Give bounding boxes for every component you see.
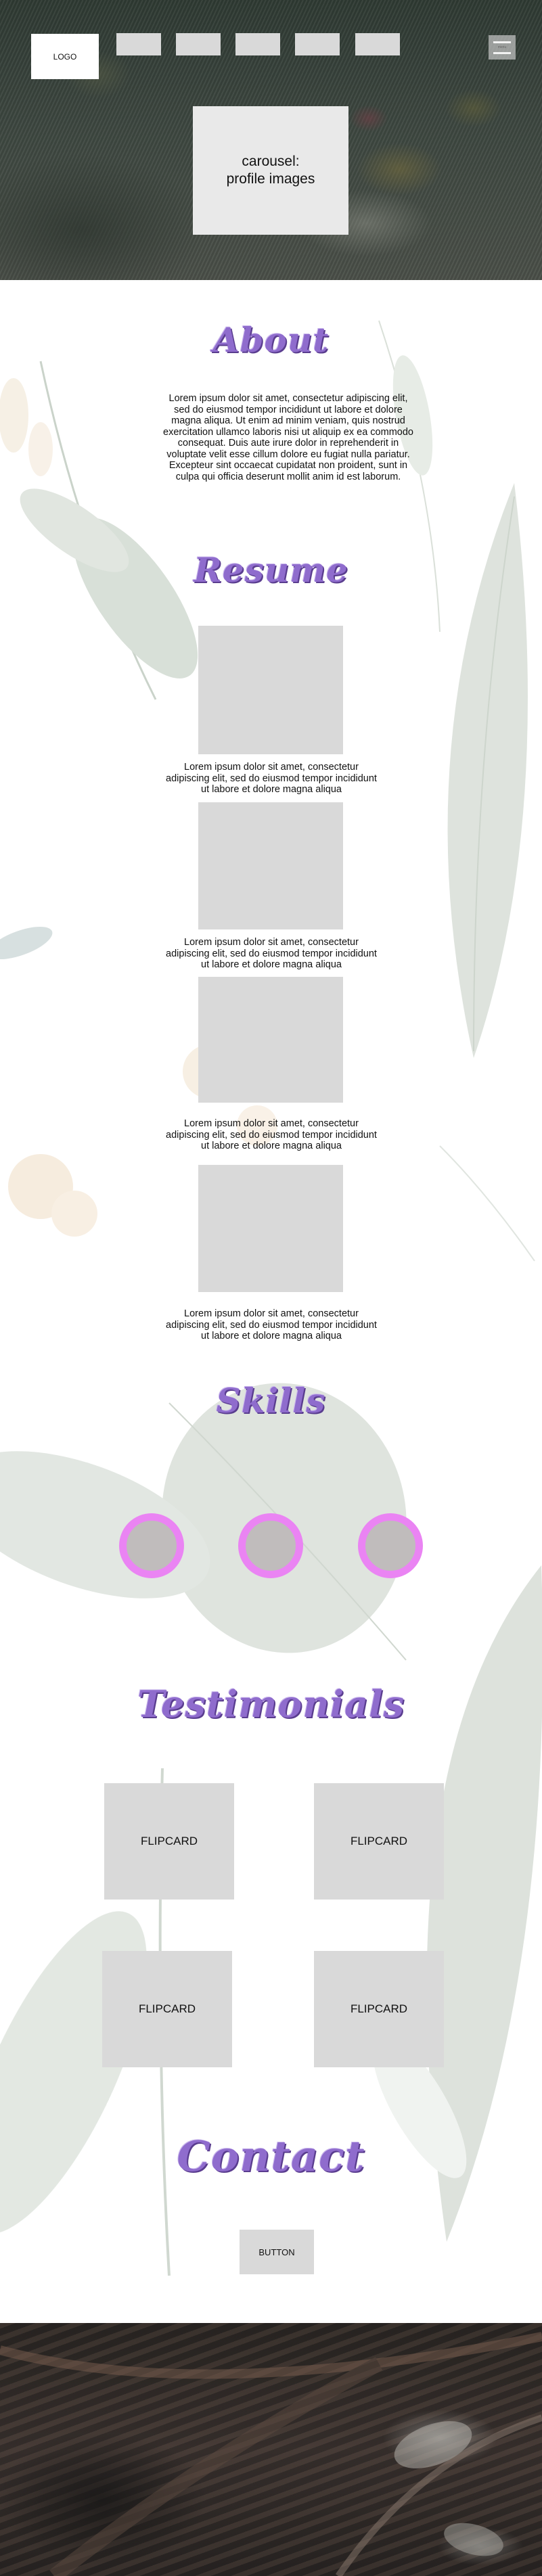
carousel-label-1: carousel: xyxy=(242,154,300,169)
nav-link-4[interactable] xyxy=(295,33,340,55)
testimonials-heading: Testimonials xyxy=(137,1682,405,1726)
hamburger-icon xyxy=(493,41,511,43)
carousel-label-2: profile images xyxy=(226,171,315,187)
flipcard-4[interactable]: FLIPCARD xyxy=(314,1951,444,2067)
menu-button[interactable]: menu xyxy=(489,35,516,60)
resume-image-1 xyxy=(198,626,343,754)
contact-button[interactable]: BUTTON xyxy=(240,2230,314,2274)
hamburger-icon-bar xyxy=(493,51,511,54)
flipcard-1[interactable]: FLIPCARD xyxy=(104,1783,234,1900)
nav-link-3[interactable] xyxy=(235,33,280,55)
flipcard-3[interactable]: FLIPCARD xyxy=(102,1951,232,2067)
resume-caption-2: Lorem ipsum dolor sit amet, consectetur … xyxy=(166,937,377,970)
nav-link-1[interactable] xyxy=(116,33,161,55)
contact-heading: Contact xyxy=(177,2132,365,2181)
resume-heading: Resume xyxy=(194,550,348,590)
hero-banner: LOGO menu carousel: profile images xyxy=(0,0,542,280)
skill-circle-1 xyxy=(119,1513,184,1578)
about-text: Lorem ipsum dolor sit amet, consectetur … xyxy=(163,393,413,482)
flipcard-2[interactable]: FLIPCARD xyxy=(314,1783,444,1900)
resume-caption-1: Lorem ipsum dolor sit amet, consectetur … xyxy=(166,762,377,795)
resume-image-3 xyxy=(198,977,343,1103)
resume-image-2 xyxy=(198,802,343,929)
footer-texture xyxy=(0,2332,542,2576)
skill-circle-2 xyxy=(238,1513,303,1578)
logo[interactable]: LOGO xyxy=(31,34,99,79)
logo-text: LOGO xyxy=(53,51,77,62)
nav-link-2[interactable] xyxy=(176,33,221,55)
nav-link-5[interactable] xyxy=(355,33,400,55)
menu-label: menu xyxy=(497,45,507,49)
resume-image-4 xyxy=(198,1165,343,1292)
profile-carousel[interactable]: carousel: profile images xyxy=(193,106,348,235)
skill-circle-3 xyxy=(358,1513,423,1578)
resume-caption-4: Lorem ipsum dolor sit amet, consectetur … xyxy=(166,1308,377,1341)
skills-heading: Skills xyxy=(216,1381,326,1421)
about-heading: About xyxy=(212,320,330,360)
resume-caption-3: Lorem ipsum dolor sit amet, consectetur … xyxy=(166,1118,377,1151)
footer-image xyxy=(0,2323,542,2576)
